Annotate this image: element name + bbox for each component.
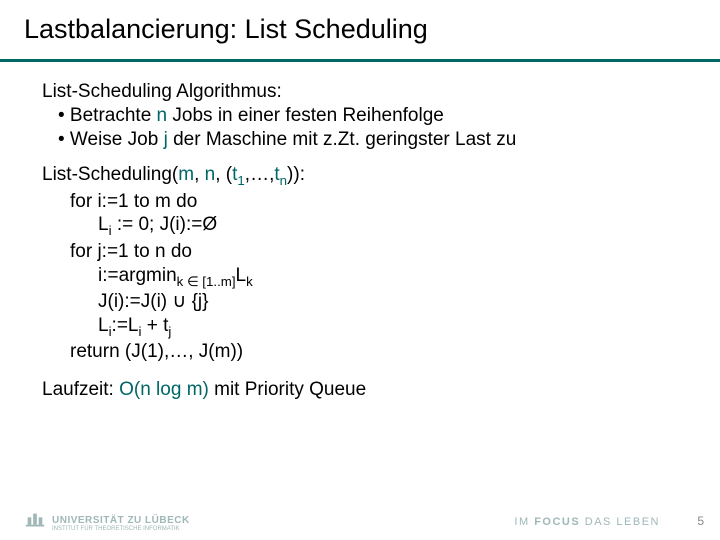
desc-bullet-1: • Betrachte n Jobs in einer festen Reihe… [42,104,690,128]
text: Jobs in einer festen Reihenfolge [167,105,444,126]
text: IM [514,516,534,528]
footer-left: UNIVERSITÄT ZU LÜBECK INSTITUT FÜR THEOR… [24,510,190,532]
code-signature: List-Scheduling(m, n, (t1,…,tn)): [42,163,690,189]
university-text: UNIVERSITÄT ZU LÜBECK INSTITUT FÜR THEOR… [52,516,190,532]
code-line-3: for j:=1 to n do [42,240,690,264]
text: DAS LEBEN [580,516,660,528]
code-line-1: for i:=1 to m do [42,190,690,214]
slide-content: List-Scheduling Algorithmus: • Betrachte… [0,62,720,402]
var-m: m [178,164,194,185]
text: i:=argmin [98,265,177,286]
var-n: n [205,164,216,185]
text: ,…, [245,164,275,185]
text: Laufzeit: [42,379,119,400]
sub-range: k ∈ [1..m] [177,273,236,288]
university-name: UNIVERSITÄT ZU LÜBECK [52,516,190,526]
code-line-5: J(i):=J(i) ∪ {j} [42,290,690,314]
text: )): [287,164,305,185]
footer-motto: IM FOCUS DAS LEBEN [514,516,660,528]
text: L [236,265,247,286]
text: := 0; J(i):=Ø [112,214,218,235]
text: , [194,164,205,185]
text: List-Scheduling( [42,164,178,185]
text: der Maschine mit z.Zt. geringster Last z… [168,129,516,150]
code-line-7: return (J(1),…, J(m)) [42,340,690,364]
code-line-6: Li:=Li + tj [42,314,690,340]
var-n: n [157,105,168,126]
sub-j: j [168,324,171,339]
algorithm-description: List-Scheduling Algorithmus: • Betrachte… [42,80,690,151]
text: • Weise Job [58,129,164,150]
page-number: 5 [697,514,704,528]
sub-n: n [280,173,287,188]
pseudocode: List-Scheduling(m, n, (t1,…,tn)): for i:… [42,163,690,364]
text: mit Priority Queue [209,379,366,400]
code-line-2: Li := 0; J(i):=Ø [42,213,690,239]
runtime-line: Laufzeit: O(n log m) mit Priority Queue [42,378,690,402]
text: , ( [215,164,232,185]
text: :=L [112,315,139,336]
desc-bullet-2: • Weise Job j der Maschine mit z.Zt. ger… [42,128,690,152]
code-line-4: i:=argmink ∈ [1..m]Lk [42,264,690,290]
complexity: O(n log m) [119,379,209,400]
sub-k: k [246,273,253,288]
slide-footer: UNIVERSITÄT ZU LÜBECK INSTITUT FÜR THEOR… [0,502,720,532]
university-institute: INSTITUT FÜR THEORETISCHE INFORMATIK [52,526,190,532]
sub-1: 1 [237,173,244,188]
text: • Betrachte [58,105,157,126]
university-logo-icon [24,510,46,532]
desc-heading: List-Scheduling Algorithmus: [42,80,690,104]
text: + t [141,315,168,336]
text: L [98,315,109,336]
slide-title: Lastbalancierung: List Scheduling [0,0,720,45]
motto-bold: FOCUS [534,516,580,528]
text: L [98,214,109,235]
